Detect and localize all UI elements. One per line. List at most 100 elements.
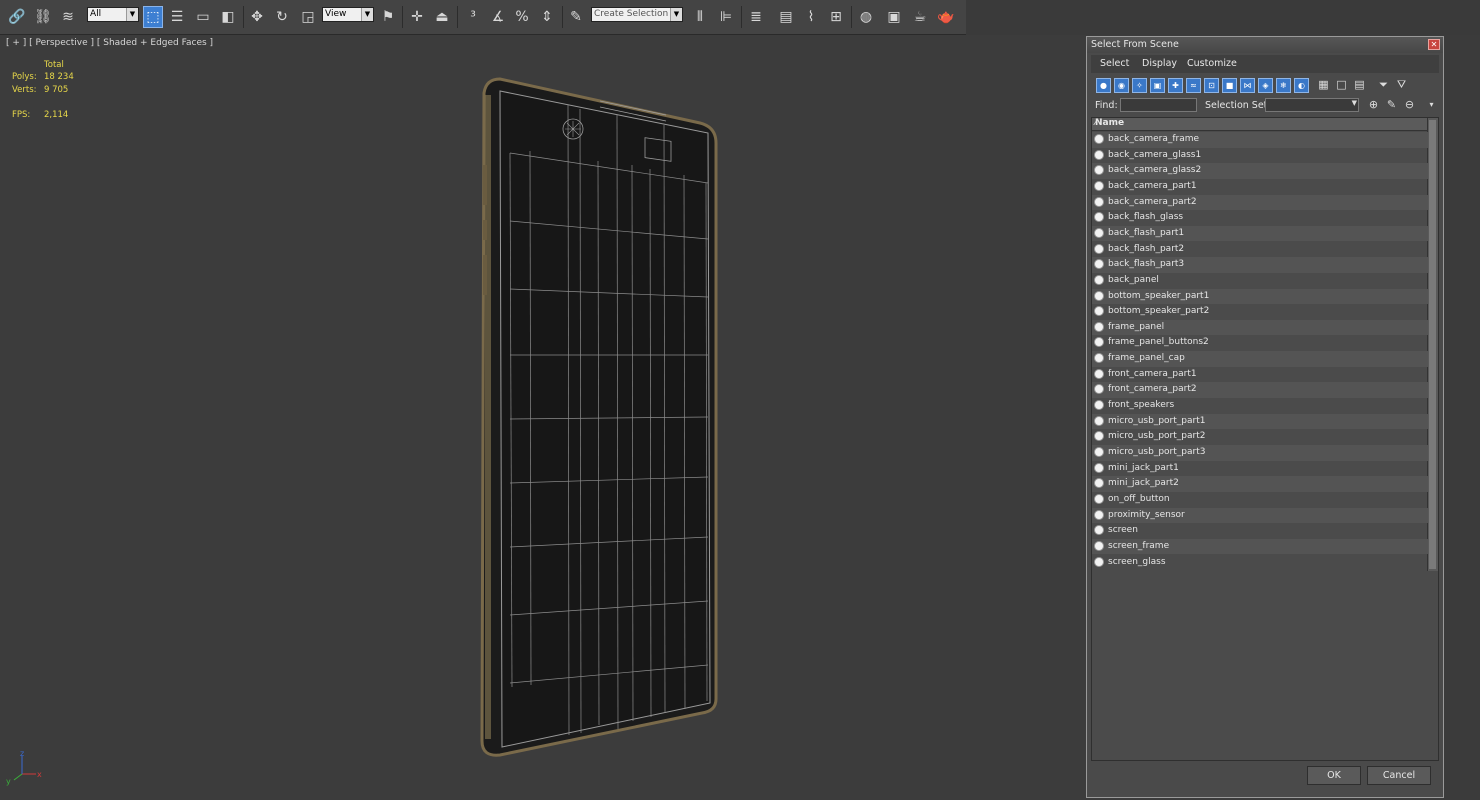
cancel-button[interactable]: Cancel <box>1367 766 1431 785</box>
menu-display[interactable]: Display <box>1142 58 1177 69</box>
list-item[interactable]: bottom_speaker_part2 <box>1092 304 1428 320</box>
list-item[interactable]: back_camera_glass1 <box>1092 148 1428 164</box>
display-helpers-icon[interactable]: ✚ <box>1168 78 1183 93</box>
list-item[interactable]: back_camera_frame <box>1092 132 1428 148</box>
select-and-scale-icon[interactable]: ◲ <box>298 6 318 28</box>
align-icon[interactable]: ⊫ <box>716 6 736 28</box>
reference-coordinate-dropdown[interactable]: View ▼ <box>322 7 374 22</box>
list-item[interactable]: micro_usb_port_part2 <box>1092 429 1428 445</box>
schematic-view-icon[interactable]: ⊞ <box>826 6 846 28</box>
edit-selection-set-icon[interactable]: ✎ <box>1384 98 1399 113</box>
list-item-label: back_flash_part3 <box>1108 259 1185 270</box>
mirror-icon[interactable]: ⫴ <box>690 6 710 28</box>
snaps-toggle-icon[interactable]: ³ <box>463 6 483 28</box>
expand-options-icon[interactable]: ▾ <box>1424 98 1439 113</box>
select-invert-icon[interactable]: ▤ <box>1352 78 1367 93</box>
list-item[interactable]: mini_jack_part1 <box>1092 461 1428 477</box>
list-item[interactable]: frame_panel <box>1092 319 1428 336</box>
display-groups-icon[interactable]: ⊡ <box>1204 78 1219 93</box>
list-item[interactable]: back_flash_part1 <box>1092 225 1428 242</box>
rectangular-selection-region-icon[interactable]: ▭ <box>193 6 213 28</box>
list-item[interactable]: front_camera_part2 <box>1092 382 1428 398</box>
render-production-icon[interactable]: 🫖 <box>936 6 956 28</box>
percent-snap-icon[interactable]: % <box>512 6 532 28</box>
list-item[interactable]: on_off_button <box>1092 492 1428 508</box>
list-item[interactable]: bottom_speaker_part1 <box>1092 288 1428 305</box>
filter-options-icon[interactable]: ⛛ <box>1394 78 1409 93</box>
dialog-title-bar[interactable]: Select From Scene ✕ <box>1087 37 1443 53</box>
chevron-down-icon: ▼ <box>1351 99 1357 107</box>
remove-selection-set-icon[interactable]: ⊖ <box>1402 98 1417 113</box>
geometry-object-icon <box>1094 447 1104 457</box>
list-item[interactable]: front_camera_part1 <box>1092 367 1428 383</box>
geometry-object-icon <box>1094 431 1104 442</box>
list-item[interactable]: back_camera_part1 <box>1092 179 1428 195</box>
list-item[interactable]: mini_jack_part2 <box>1092 476 1428 492</box>
list-item[interactable]: micro_usb_port_part3 <box>1092 445 1428 461</box>
select-and-move-icon[interactable]: ✥ <box>247 6 267 28</box>
list-item-label: micro_usb_port_part2 <box>1108 431 1206 442</box>
toggle-ribbon-icon[interactable]: ▤ <box>776 6 796 28</box>
display-hidden-icon[interactable]: ◐ <box>1294 78 1309 93</box>
find-input[interactable] <box>1120 98 1197 112</box>
list-item[interactable]: front_speakers <box>1092 398 1428 414</box>
display-shapes-icon[interactable]: ◉ <box>1114 78 1129 93</box>
selection-set-dropdown[interactable]: ▼ <box>1265 98 1359 112</box>
list-item[interactable]: screen_glass <box>1092 555 1428 571</box>
create-selection-set-icon[interactable]: ⊕ <box>1366 98 1381 113</box>
close-icon[interactable]: ✕ <box>1428 39 1440 50</box>
window-crossing-icon[interactable]: ◧ <box>218 6 238 28</box>
display-geometry-icon[interactable]: ● <box>1096 78 1111 93</box>
list-item[interactable]: back_flash_glass <box>1092 210 1428 226</box>
display-bones-icon[interactable]: ⋈ <box>1240 78 1255 93</box>
edit-named-selection-icon[interactable]: ✎ <box>566 6 586 28</box>
pivot-point-center-icon[interactable]: ⚑ <box>378 6 398 28</box>
display-cameras-icon[interactable]: ▣ <box>1150 78 1165 93</box>
ok-button[interactable]: OK <box>1307 766 1361 785</box>
list-item[interactable]: back_flash_part2 <box>1092 242 1428 258</box>
perspective-viewport[interactable]: [ + ] [ Perspective ] [ Shaded + Edged F… <box>0 35 1086 800</box>
list-item[interactable]: micro_usb_port_part1 <box>1092 413 1428 430</box>
select-and-manipulate-icon[interactable]: ✛ <box>407 6 427 28</box>
filter-icon[interactable]: ⏷ <box>1376 78 1391 93</box>
list-item[interactable]: screen <box>1092 523 1428 539</box>
phone-wireframe-model[interactable] <box>0 35 1086 800</box>
selection-filter-dropdown[interactable]: All ▼ <box>87 7 139 22</box>
list-item[interactable]: screen_frame <box>1092 538 1428 555</box>
display-space-warps-icon[interactable]: ≈ <box>1186 78 1201 93</box>
display-xrefs-icon[interactable]: ■ <box>1222 78 1237 93</box>
name-column-header[interactable]: Name ⁄ <box>1092 118 1428 131</box>
display-lights-icon[interactable]: ✧ <box>1132 78 1147 93</box>
select-and-rotate-icon[interactable]: ↻ <box>272 6 292 28</box>
object-list[interactable]: Name ⁄ back_camera_frame back_camera_glas… <box>1091 117 1439 761</box>
keyboard-shortcut-override-icon[interactable]: ⏏ <box>432 6 452 28</box>
select-by-name-icon[interactable]: ☰ <box>167 6 187 28</box>
named-selection-set-dropdown[interactable]: Create Selection Se ▼ <box>591 7 683 22</box>
select-and-link-icon[interactable]: 🔗 <box>7 6 27 28</box>
menu-select[interactable]: Select <box>1100 58 1129 69</box>
select-object-icon[interactable]: ⬚ <box>143 6 163 28</box>
list-item[interactable]: back_camera_glass2 <box>1092 163 1428 179</box>
list-item[interactable]: back_flash_part3 <box>1092 257 1428 273</box>
menu-customize[interactable]: Customize <box>1187 58 1237 69</box>
unlink-selection-icon[interactable]: ⛓ <box>33 6 53 28</box>
curve-editor-icon[interactable]: ⌇ <box>801 6 821 28</box>
layer-manager-icon[interactable]: ≣ <box>746 6 766 28</box>
material-editor-icon[interactable]: ◍ <box>856 6 876 28</box>
render-setup-icon[interactable]: ▣ <box>884 6 904 28</box>
spinner-snap-icon[interactable]: ⇕ <box>537 6 557 28</box>
display-frozen-icon[interactable]: ❄ <box>1276 78 1291 93</box>
rendered-frame-window-icon[interactable]: ☕ <box>910 6 930 28</box>
list-item[interactable]: back_panel <box>1092 273 1428 289</box>
display-containers-icon[interactable]: ◈ <box>1258 78 1273 93</box>
list-item[interactable]: frame_panel_buttons2 <box>1092 335 1428 351</box>
list-item[interactable]: proximity_sensor <box>1092 507 1428 524</box>
list-scrollbar[interactable] <box>1427 118 1438 571</box>
select-none-icon[interactable]: □ <box>1334 78 1349 93</box>
list-item[interactable]: frame_panel_cap <box>1092 351 1428 367</box>
list-item[interactable]: back_camera_part2 <box>1092 194 1428 211</box>
bind-to-space-warp-icon[interactable]: ≋ <box>58 6 78 28</box>
axis-y-label: y <box>6 777 11 786</box>
angle-snap-icon[interactable]: ∡ <box>488 6 508 28</box>
select-all-icon[interactable]: ▦ <box>1316 78 1331 93</box>
